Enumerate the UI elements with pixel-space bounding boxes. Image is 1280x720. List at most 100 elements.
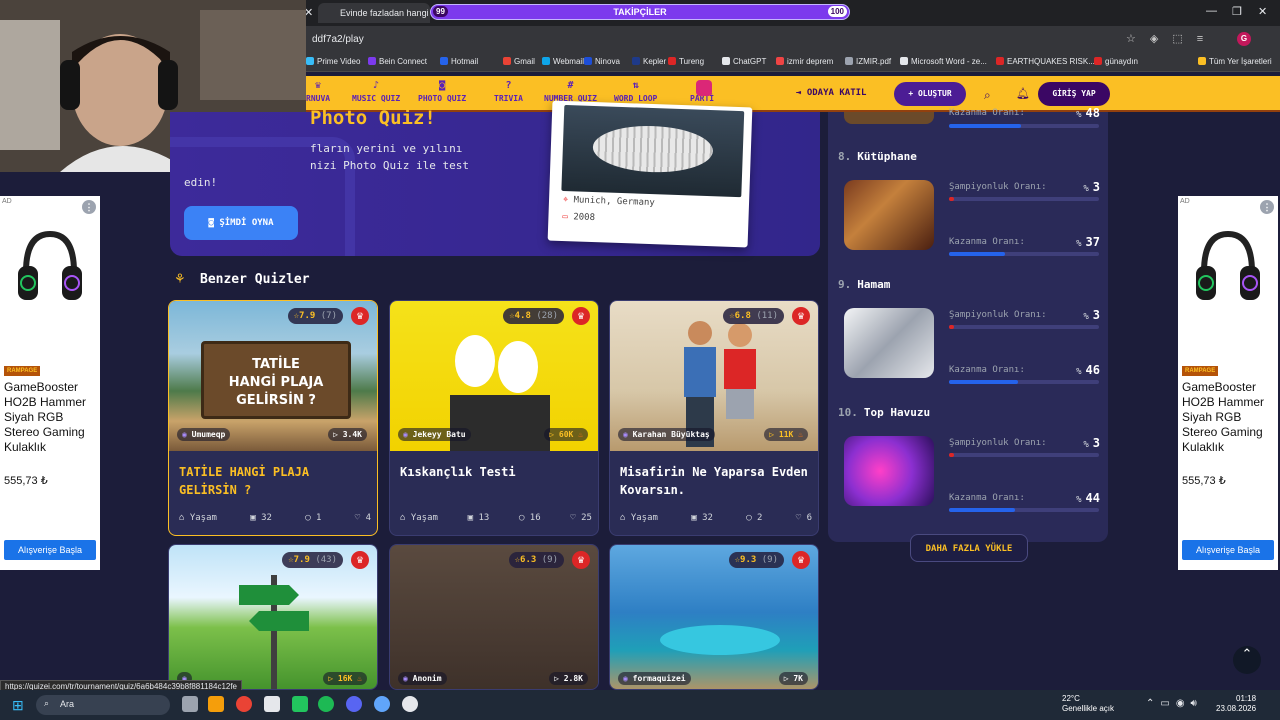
bookmark-item[interactable]: Bein Connect [368,57,427,66]
crown-icon[interactable]: ♛ [351,307,369,325]
speedometer-icon[interactable] [264,696,280,712]
bookmark-item[interactable]: EARTHQUAKES RISK... [996,57,1095,66]
nav-item-word-loop[interactable]: ⇅ WORD LOOP [614,80,657,103]
bookmark-icon [584,57,592,65]
author-avatar-icon: ◉ [403,674,413,683]
ad-product-name: GameBooster HO2B Hammer Siyah RGB Stereo… [4,380,87,454]
quiz-author[interactable]: ◉ Jekeyy Batu [398,428,471,441]
win-rate-value: % 48 [1076,106,1100,120]
quiz-author[interactable]: ◉ Karahan Büyüktaş [618,428,715,441]
toolbar-icons[interactable]: ☆◈⬚≡ [1126,32,1217,45]
system-tray[interactable]: ⌃▭◉🔊︎ [1146,698,1203,709]
bookmark-item[interactable]: izmir deprem [776,57,833,66]
whatsapp-icon[interactable] [292,696,308,712]
all-bookmarks[interactable]: Tüm Yer İşaretleri [1198,57,1272,66]
weather-widget[interactable]: 22°C Genellikle açık [1062,694,1114,714]
ad-cta-button[interactable]: Alışverişe Başla [4,540,96,560]
chrome-icon[interactable] [236,696,252,712]
minimize-icon[interactable]: — [1206,5,1217,17]
bookmark-item[interactable]: Tureng [668,57,704,66]
scroll-to-top-button[interactable]: ⌃ [1233,646,1261,674]
bookmark-icon [440,57,448,65]
spotify-icon[interactable] [318,696,334,712]
quiz-like-count: ♡ 25 [570,513,592,523]
bell-icon[interactable]: 🔔︎ [1016,87,1030,100]
bookmark-item[interactable]: Microsoft Word - ze... [900,57,987,66]
ad-right[interactable]: AD ⋮ RAMPAGE GameBooster HO2B Hammer Siy… [1178,196,1278,570]
quiz-card[interactable]: ☆6.3 (9) ♛ ◉ Anonim ▷ 2.8K [389,544,599,690]
maximize-icon[interactable]: ❐ [1232,5,1242,18]
quiz-author[interactable]: ◉ Umumeqp [177,428,231,441]
play-icon: ▷ [783,674,794,683]
nav-item-number-quiz[interactable]: # NUMBER QUIZ [544,80,597,103]
join-room-button[interactable]: ⇥ ODAYA KATIL [796,88,866,98]
play-icon: ▷ [769,430,779,439]
quiz-title[interactable]: TATİLE HANGİ PLAJA GELİRSİN ? [179,463,369,499]
quiz-card[interactable]: ☆4.8 (28) ♛ ◉ Jekeyy Batu ▷ 60K ♨ Kıskançlık… [389,300,599,536]
quiz-title[interactable]: Kıskançlık Testi [400,463,590,481]
profile-avatar[interactable]: G [1237,32,1251,46]
ad-info-icon[interactable]: ⋮ [82,200,96,214]
quiz-card[interactable]: ☆7.9 (43) ♛ ◉ ▷ 16K ♨ [168,544,378,690]
taskbar-clock[interactable]: 01:18 23.08.2026 [1216,694,1256,714]
ad-info-icon[interactable]: ⋮ [1260,200,1274,214]
crown-icon[interactable]: ♛ [792,551,810,569]
obs-icon[interactable] [402,696,418,712]
bookmark-item[interactable]: Ninova [584,57,620,66]
nav-item-music-quiz[interactable]: ♪ MUSIC QUIZ [352,80,400,103]
bookmark-item[interactable]: Gmail [503,57,535,66]
file-explorer-icon[interactable] [208,696,224,712]
load-more-button[interactable]: DAHA FAZLA YÜKLE [910,534,1028,562]
quiz-comment-count: ◯ 16 [518,513,541,523]
quiz-card[interactable]: TATİLE HANGİ PLAJA GELİRSİN ? ☆7.9 (7) ♛ ◉ Um… [168,300,378,536]
bookmark-item[interactable]: Prime Video [306,57,360,66]
ad-price: 555,73 ₺ [1182,475,1226,487]
play-count: ▷ 11K ♨ [764,428,808,441]
quiz-author[interactable]: ◉ Anonim [398,672,447,685]
heart-icon: ♡ [795,513,807,523]
create-button[interactable]: + OLUŞTUR [894,82,966,106]
nav-item-rnuva[interactable]: ♛ RNUVA [306,80,330,103]
quiz-item-count: ▣ 32 [691,513,713,523]
nav-item-trivia[interactable]: ? TRIVIA [494,80,523,103]
crown-icon[interactable]: ♛ [351,551,369,569]
quiz-card[interactable]: ☆9.3 (9) ♛ ◉ formaquizei ▷ 7K [609,544,819,690]
bookmark-item[interactable]: ChatGPT [722,57,766,66]
windows-start-icon[interactable]: ⊞ [12,697,28,713]
headset-image [18,230,82,300]
quiz-like-count: ♡ 4 [354,513,371,523]
nav-item-photo-quiz[interactable]: ◙ PHOTO QUIZ [418,80,466,103]
bookmark-icon [503,57,511,65]
crown-icon[interactable]: ♛ [572,551,590,569]
bookmark-item[interactable]: günaydın [1094,57,1138,66]
crown-icon[interactable]: ♛ [792,307,810,325]
discord-icon[interactable] [346,696,362,712]
ad-price: 555,73 ₺ [4,475,48,487]
quiz-author[interactable]: ◉ formaquizei [618,672,691,685]
bookmark-item[interactable]: Hotmail [440,57,478,66]
play-now-button[interactable]: ◙ ŞİMDİ OYNA [184,206,298,240]
similar-quizzes-title: Benzer Quizler [200,272,310,287]
quiz-title[interactable]: Misafirin Ne Yaparsa Evden Kovarsın. [620,463,810,499]
rating-badge: ☆4.8 (28) [503,308,564,324]
ad-cta-button[interactable]: Alışverişe Başla [1182,540,1274,560]
taskbar-search[interactable]: ⌕ Ara [36,695,170,715]
bookmark-item[interactable]: Kepler [632,57,666,66]
quiz-card[interactable]: ☆6.8 (11) ♛ ◉ Karahan Büyüktaş ▷ 11K ♨ Misaf… [609,300,819,536]
ranking-item-title: 10. Top Havuzu [838,406,931,419]
login-button[interactable]: GİRİŞ YAP [1038,82,1110,106]
headset-image [1196,230,1260,300]
app-icon[interactable] [374,696,390,712]
url-field[interactable]: ddf7a2/play [312,34,364,45]
heart-icon: ♡ [570,513,582,523]
browser-tab[interactable]: Evinde fazladan hangi oda [318,3,430,23]
search-icon[interactable]: ⌕ [984,88,991,103]
bookmark-item[interactable]: Webmail [542,57,584,66]
bookmark-icon [900,57,908,65]
crown-icon[interactable]: ♛ [572,307,590,325]
task-view-icon[interactable] [182,696,198,712]
bookmark-item[interactable]: IZMIR.pdf [845,57,891,66]
ad-left[interactable]: AD ⋮ RAMPAGE GameBooster HO2B Hammer Siy… [0,196,100,570]
play-icon: ▷ [333,430,343,439]
close-window-icon[interactable]: ✕ [1258,5,1267,18]
